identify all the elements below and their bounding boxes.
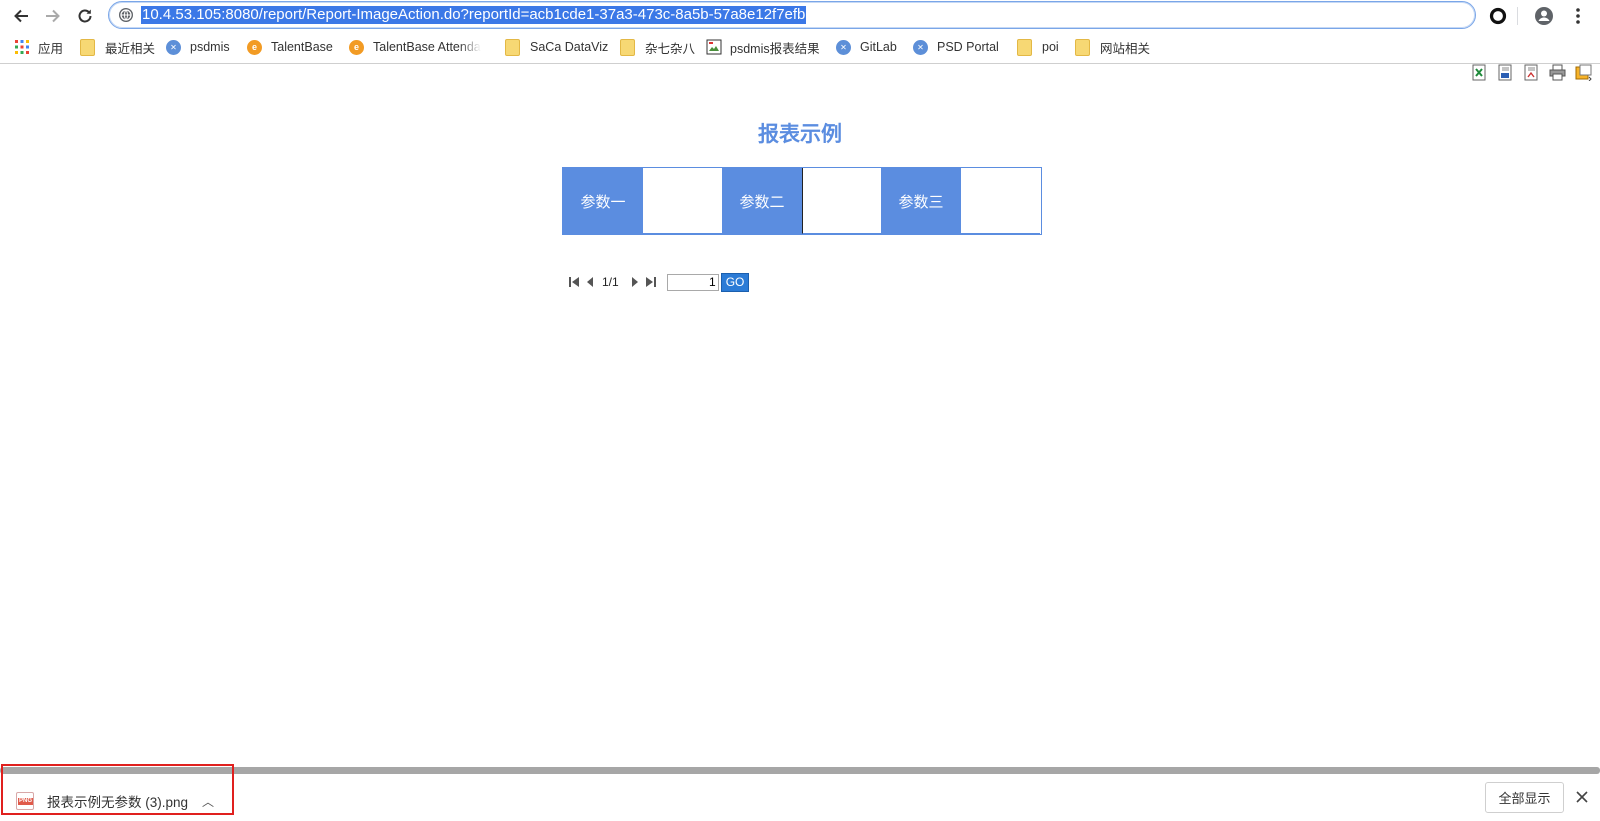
bookmark-apps[interactable]: 应用: [14, 37, 63, 57]
param-label-3: 参数三: [881, 168, 961, 234]
parameter-panel: 参数一 参数二 参数三: [562, 167, 1042, 235]
download-item[interactable]: PNG 报表示例无参数 (3).png ︿: [16, 791, 214, 811]
bookmark-poi[interactable]: poi: [1017, 37, 1059, 57]
next-page-button[interactable]: [627, 274, 643, 290]
folder-icon: [620, 38, 635, 56]
bookmark-saca-dataviz[interactable]: SaCa DataViz: [505, 37, 608, 57]
bookmark-psdmis-report[interactable]: psdmis报表结果: [706, 37, 820, 57]
horizontal-scrollbar[interactable]: [0, 767, 1600, 774]
param-label-1: 参数一: [563, 168, 643, 234]
last-page-button[interactable]: [643, 274, 659, 290]
bookmark-label: 杂七杂八: [645, 41, 696, 56]
apps-grid-icon: [15, 40, 29, 54]
folder-icon: [505, 38, 520, 56]
param-input-1[interactable]: [643, 168, 722, 234]
bookmark-label: psdmis: [190, 40, 230, 54]
bookmark-label: 网站相关: [1100, 41, 1151, 56]
back-button[interactable]: [9, 4, 33, 28]
browser-menu-button[interactable]: [1566, 4, 1590, 28]
param-input-2[interactable]: [802, 168, 881, 234]
bookmark-psd-portal[interactable]: ✕ PSD Portal: [913, 37, 999, 57]
first-page-icon: [569, 277, 579, 287]
bookmark-recent[interactable]: 最近相关: [80, 37, 155, 57]
site-info-icon[interactable]: [118, 7, 134, 23]
folder-icon: [1017, 38, 1032, 56]
export-pdf-icon[interactable]: [1523, 64, 1540, 81]
export-image-icon[interactable]: [1575, 64, 1592, 81]
first-page-button[interactable]: [566, 274, 582, 290]
param-label-2: 参数二: [722, 168, 802, 234]
bookmark-label: poi: [1042, 40, 1059, 54]
extension-button[interactable]: [1486, 4, 1510, 28]
bookmark-label: PSD Portal: [937, 40, 999, 54]
page-number-input[interactable]: [666, 273, 719, 291]
bookmark-talentbase-attendance[interactable]: e TalentBase Attenda: [349, 37, 481, 57]
ring-extension-icon: [1489, 7, 1507, 25]
bookmark-gitlab[interactable]: ✕ GitLab: [836, 37, 897, 57]
bookmark-misc[interactable]: 杂七杂八: [620, 37, 695, 57]
image-icon: [706, 39, 722, 55]
download-shelf: PNG 报表示例无参数 (3).png ︿: [0, 775, 1600, 821]
close-icon: [1576, 791, 1588, 803]
bookmark-label: SaCa DataViz: [530, 40, 609, 54]
export-word-icon[interactable]: [1497, 64, 1514, 81]
address-bar[interactable]: 10.4.53.105:8080/report/Report-ImageActi…: [108, 1, 1476, 29]
bookmark-label: TalentBase: [271, 40, 333, 54]
pagination: 1/1 GO: [566, 272, 750, 292]
folder-icon: [1075, 38, 1090, 56]
bookmarks-bar: 应用 最近相关 ✕ psdmis e TalentBase e TalentBa…: [0, 32, 1600, 64]
browser-toolbar: 10.4.53.105:8080/report/Report-ImageActi…: [0, 0, 1600, 31]
account-icon: [1535, 7, 1553, 25]
report-title: 报表示例: [758, 123, 842, 146]
bookmark-psdmis[interactable]: ✕ psdmis: [166, 37, 230, 57]
bookmark-label: TalentBase Attenda: [373, 40, 481, 54]
toolbar-divider: [1517, 7, 1518, 25]
url-text[interactable]: 10.4.53.105:8080/report/Report-ImageActi…: [141, 6, 807, 24]
back-arrow-icon: [14, 9, 28, 23]
prev-page-button[interactable]: [582, 274, 598, 290]
download-file-name: 报表示例无参数 (3).png: [47, 795, 189, 810]
reload-icon: [78, 9, 92, 23]
bookmark-label: psdmis报表结果: [730, 41, 820, 56]
reload-button[interactable]: [73, 4, 97, 28]
prev-page-icon: [587, 277, 593, 287]
show-all-downloads-button[interactable]: 全部显示: [1485, 782, 1564, 813]
bookmark-label: 最近相关: [105, 41, 156, 56]
last-page-icon: [645, 277, 656, 287]
page-indicator: 1/1: [602, 275, 619, 289]
png-file-icon: PNG: [16, 792, 34, 810]
print-icon[interactable]: [1549, 64, 1566, 81]
kebab-menu-icon: [1576, 8, 1580, 24]
bookmark-talentbase[interactable]: e TalentBase: [247, 37, 333, 57]
report-toolbar: [1471, 64, 1592, 84]
param-input-3[interactable]: [961, 168, 1040, 234]
bookmark-label: GitLab: [860, 40, 897, 54]
profile-button[interactable]: [1532, 4, 1556, 28]
folder-icon: [80, 38, 95, 56]
talentbase-icon: e: [349, 39, 364, 55]
psd-site-icon: ✕: [166, 39, 181, 55]
psd-site-icon: ✕: [913, 39, 928, 55]
go-button[interactable]: GO: [720, 272, 750, 292]
forward-arrow-icon: [46, 9, 60, 23]
close-shelf-button[interactable]: [1573, 788, 1591, 806]
forward-button[interactable]: [41, 4, 65, 28]
psd-site-icon: ✕: [836, 39, 851, 55]
next-page-icon: [631, 277, 638, 287]
talentbase-icon: e: [247, 39, 262, 55]
bookmark-label: 应用: [38, 41, 64, 56]
export-excel-icon[interactable]: [1471, 64, 1488, 81]
bookmark-web[interactable]: 网站相关: [1075, 37, 1150, 57]
chevron-up-icon[interactable]: ︿: [202, 793, 214, 810]
